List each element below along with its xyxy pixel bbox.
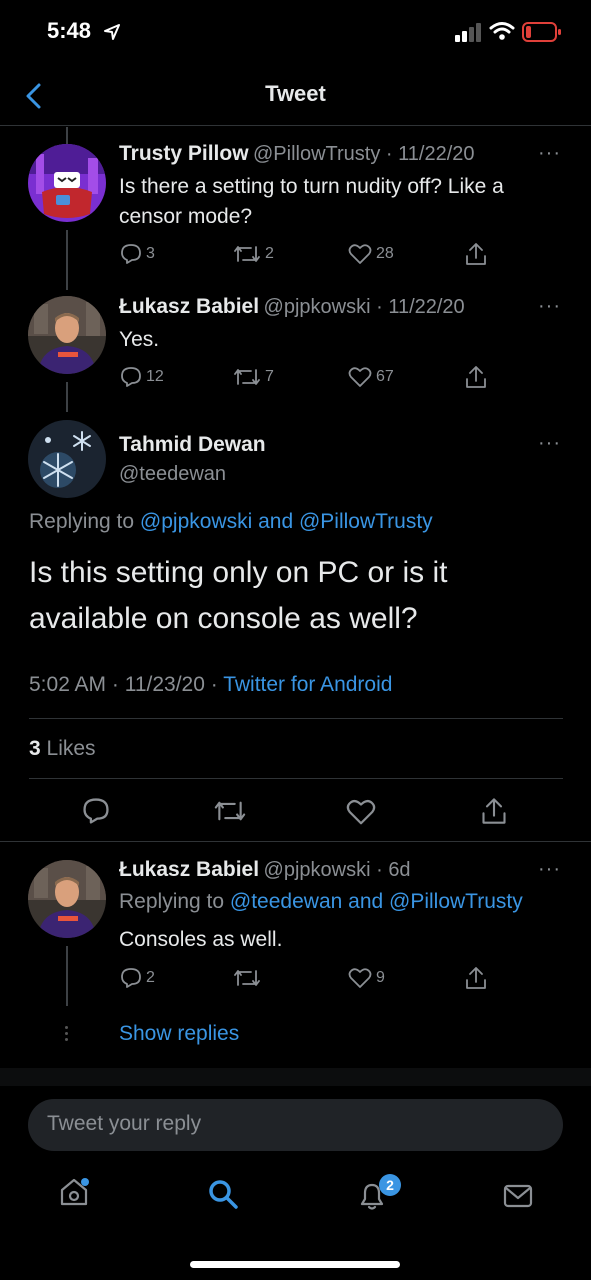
heart-icon	[348, 968, 372, 988]
more-options-icon[interactable]: ···	[538, 295, 561, 318]
dot-separator: ·	[370, 859, 389, 881]
battery-low-icon	[522, 22, 561, 42]
page-title: Tweet	[265, 81, 326, 106]
divider	[29, 718, 563, 719]
tweet-author-handle[interactable]: @teedewan	[119, 463, 226, 486]
retweet-icon[interactable]	[233, 967, 261, 989]
tweet-text: censor mode?	[119, 205, 253, 228]
tweet-author-handle[interactable]: @pjpkowski	[264, 859, 371, 881]
likes-count: 3	[29, 737, 41, 760]
tweet-text: Is there a setting to turn nudity off? L…	[119, 175, 504, 198]
cellular-signal-icon	[455, 23, 481, 42]
retweet-count: 2	[265, 245, 274, 262]
like-button[interactable]: 67	[348, 366, 394, 388]
retweet-button[interactable]: 7	[233, 366, 274, 388]
top-nav: Tweet	[0, 64, 591, 126]
location-arrow-icon	[104, 24, 120, 40]
share-icon[interactable]	[464, 966, 488, 990]
like-count: 9	[376, 969, 385, 986]
home-indicator[interactable]	[190, 1261, 400, 1268]
tweet-date: 11/22/20	[388, 296, 465, 318]
tweet-date: 11/22/20	[398, 143, 475, 165]
reply-composer[interactable]: Tweet your reply	[28, 1099, 563, 1151]
retweet-button[interactable]: 2	[233, 243, 274, 265]
more-options-icon[interactable]: ···	[538, 142, 561, 165]
retweet-icon[interactable]	[213, 798, 247, 824]
avatar[interactable]	[28, 296, 106, 374]
tweet-author-handle[interactable]: @PillowTrusty	[253, 143, 380, 165]
show-replies-link[interactable]: Show replies	[119, 1022, 239, 1046]
likes-label: Likes	[46, 737, 96, 760]
avatar[interactable]	[28, 420, 106, 498]
replying-to-users[interactable]: @pjpkowski and @PillowTrusty	[140, 510, 433, 533]
retweet-icon	[234, 369, 260, 385]
reply-icon	[121, 244, 141, 264]
more-options-icon[interactable]: ···	[538, 432, 561, 455]
tweet-timestamp: 5:02 AM · 11/23/20 ·	[29, 673, 218, 696]
tweet-age: 6d	[388, 859, 411, 881]
main-tweet-text: Is this setting only on PC or is it	[29, 556, 448, 589]
retweet-count: 7	[265, 368, 274, 385]
share-icon[interactable]	[464, 365, 488, 389]
retweet-icon	[234, 246, 260, 262]
likes-summary[interactable]: 3 Likes	[29, 737, 96, 761]
avatar[interactable]	[28, 860, 106, 938]
like-button[interactable]: 28	[348, 243, 394, 265]
thread-line	[66, 382, 68, 412]
tweet-author-name[interactable]: Tahmid Dewan	[119, 433, 266, 457]
dot-separator: ·	[380, 143, 399, 165]
tweet-author-name[interactable]: Trusty Pillow	[119, 142, 249, 165]
search-icon[interactable]	[207, 1178, 239, 1210]
reply-count: 12	[146, 368, 164, 385]
heart-icon	[348, 367, 372, 387]
heart-icon[interactable]	[346, 798, 376, 826]
like-button[interactable]: 9	[348, 967, 385, 989]
tweet-text: Yes.	[119, 328, 160, 351]
notifications-badge: 2	[379, 1174, 401, 1196]
tweet-author-name[interactable]: Łukasz Babiel	[119, 295, 259, 318]
reply-count: 3	[146, 245, 155, 262]
replying-to-label: Replying to	[119, 890, 225, 913]
reply-button[interactable]: 2	[120, 967, 155, 989]
thread-line	[66, 127, 68, 145]
thread-line	[66, 230, 68, 290]
reply-count: 2	[146, 969, 155, 986]
heart-icon	[348, 244, 372, 264]
share-icon[interactable]	[480, 796, 508, 826]
reply-icon[interactable]	[82, 797, 110, 825]
reply-placeholder: Tweet your reply	[47, 1112, 202, 1135]
reply-button[interactable]: 12	[120, 366, 164, 388]
reply-icon	[121, 968, 141, 988]
status-bar: 5:48	[0, 0, 591, 64]
reply-button[interactable]: 3	[120, 243, 155, 265]
like-count: 28	[376, 245, 394, 262]
like-count: 67	[376, 368, 394, 385]
main-tweet-text: available on console as well?	[29, 602, 418, 635]
tweet-source-link[interactable]: Twitter for Android	[223, 673, 392, 696]
replying-to-users[interactable]: @teedewan and @PillowTrusty	[230, 890, 523, 913]
tweet-author-handle[interactable]: @pjpkowski	[264, 296, 371, 318]
avatar[interactable]	[28, 144, 106, 222]
dot-separator: ·	[370, 296, 389, 318]
more-options-icon[interactable]: ···	[538, 858, 561, 881]
wifi-icon	[489, 22, 515, 40]
tab-bar	[0, 1160, 591, 1230]
tweet-text: Consoles as well.	[119, 928, 283, 951]
thread-line	[66, 946, 68, 1006]
tweet-author-name[interactable]: Łukasz Babiel	[119, 858, 259, 881]
home-icon[interactable]	[58, 1176, 90, 1208]
section-gap	[0, 1068, 591, 1086]
reply-icon	[121, 367, 141, 387]
divider	[0, 841, 591, 842]
divider	[29, 778, 563, 779]
show-replies-dots	[65, 1026, 69, 1044]
messages-envelope-icon[interactable]	[502, 1182, 534, 1210]
replying-to-label: Replying to	[29, 510, 135, 533]
status-time: 5:48	[47, 18, 92, 43]
share-icon[interactable]	[464, 242, 488, 266]
